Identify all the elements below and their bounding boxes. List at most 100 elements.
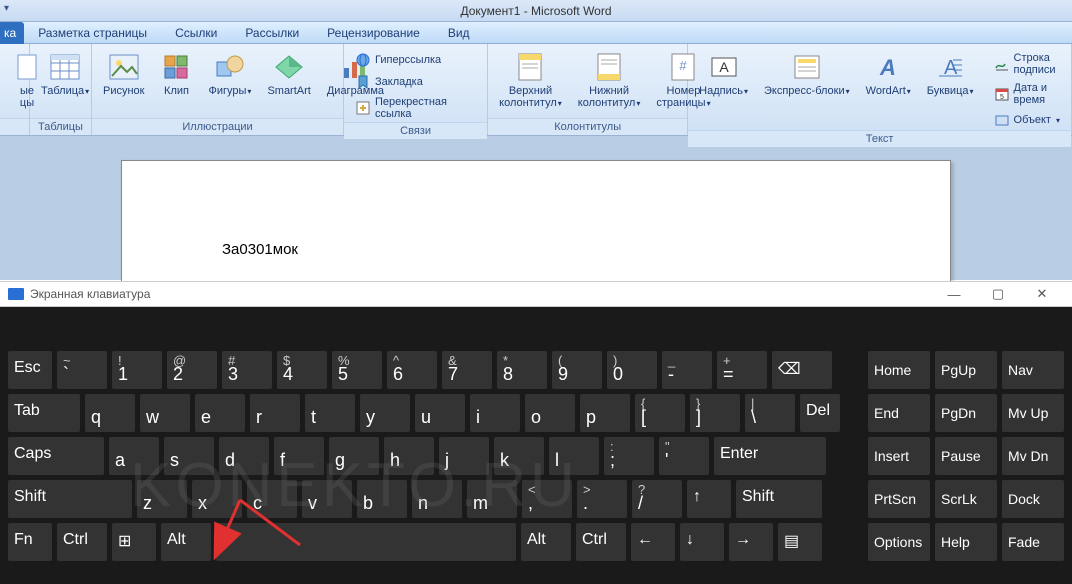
key-][interactable]: }] xyxy=(690,394,740,432)
shapes-button[interactable]: Фигуры▾ xyxy=(204,48,257,101)
key-b[interactable]: b xyxy=(357,480,407,518)
tab-page-layout[interactable]: Разметка страницы xyxy=(24,22,161,44)
key-9[interactable]: (9 xyxy=(552,351,602,389)
key-j[interactable]: j xyxy=(439,437,489,475)
navkey-fade[interactable]: Fade xyxy=(1002,523,1064,561)
key-Del[interactable]: Del xyxy=(800,394,840,432)
key-3[interactable]: #3 xyxy=(222,351,272,389)
date-time-button[interactable]: 5Дата и время xyxy=(989,80,1065,108)
tab-view[interactable]: Вид xyxy=(434,22,484,44)
key-u[interactable]: u xyxy=(415,394,465,432)
navkey-pause[interactable]: Pause xyxy=(935,437,997,475)
key-l[interactable]: l xyxy=(549,437,599,475)
key-⊞[interactable]: ⊞ xyxy=(112,523,156,561)
key-Tab[interactable]: Tab xyxy=(8,394,80,432)
key-Ctrl[interactable]: Ctrl xyxy=(576,523,626,561)
tab-review[interactable]: Рецензирование xyxy=(313,22,434,44)
key-o[interactable]: o xyxy=(525,394,575,432)
key-4[interactable]: $4 xyxy=(277,351,327,389)
minimize-button[interactable]: — xyxy=(932,281,976,307)
express-blocks-button[interactable]: Экспресс-блоки▾ xyxy=(759,48,855,101)
key-,[interactable]: <, xyxy=(522,480,572,518)
key-[[interactable]: {[ xyxy=(635,394,685,432)
key-Esc[interactable]: Esc xyxy=(8,351,52,389)
key-=[interactable]: += xyxy=(717,351,767,389)
key-x[interactable]: x xyxy=(192,480,242,518)
key-↓[interactable]: ↓ xyxy=(680,523,724,561)
key-space[interactable] xyxy=(216,523,516,561)
key-/[interactable]: ?/ xyxy=(632,480,682,518)
key-r[interactable]: r xyxy=(250,394,300,432)
object-button[interactable]: Объект▾ xyxy=(989,110,1065,130)
key-f[interactable]: f xyxy=(274,437,324,475)
tab-mailings[interactable]: Рассылки xyxy=(231,22,313,44)
crossref-button[interactable]: Перекрестная ссылка xyxy=(350,94,481,122)
key-↑[interactable]: ↑ xyxy=(687,480,731,518)
key-6[interactable]: ^6 xyxy=(387,351,437,389)
key-n[interactable]: n xyxy=(412,480,462,518)
key-p[interactable]: p xyxy=(580,394,630,432)
navkey-scrlk[interactable]: ScrLk xyxy=(935,480,997,518)
key-i[interactable]: i xyxy=(470,394,520,432)
key-s[interactable]: s xyxy=(164,437,214,475)
key-.[interactable]: >. xyxy=(577,480,627,518)
key-Alt[interactable]: Alt xyxy=(521,523,571,561)
key-d[interactable]: d xyxy=(219,437,269,475)
key-v[interactable]: v xyxy=(302,480,352,518)
navkey-pgdn[interactable]: PgDn xyxy=(935,394,997,432)
navkey-prtscn[interactable]: PrtScn xyxy=(868,480,930,518)
header-button[interactable]: Верхний колонтитул▾ xyxy=(494,48,567,113)
navkey-end[interactable]: End xyxy=(868,394,930,432)
navkey-home[interactable]: Home xyxy=(868,351,930,389)
hyperlink-button[interactable]: Гиперссылка xyxy=(350,50,481,70)
textbox-button[interactable]: AНадпись▾ xyxy=(694,48,753,101)
qat-dropdown-icon[interactable]: ▾ xyxy=(4,3,9,14)
clip-button[interactable]: Клип xyxy=(156,48,198,100)
key-g[interactable]: g xyxy=(329,437,379,475)
key-Enter[interactable]: Enter xyxy=(714,437,826,475)
navkey-pgup[interactable]: PgUp xyxy=(935,351,997,389)
key-Shift[interactable]: Shift xyxy=(736,480,822,518)
key-w[interactable]: w xyxy=(140,394,190,432)
navkey-insert[interactable]: Insert xyxy=(868,437,930,475)
key-`[interactable]: ~` xyxy=(57,351,107,389)
dropcap-button[interactable]: AБуквица▾ xyxy=(922,48,979,101)
signature-line-button[interactable]: Строка подписи xyxy=(989,50,1065,78)
key-Alt[interactable]: Alt xyxy=(161,523,211,561)
key-Shift[interactable]: Shift xyxy=(8,480,132,518)
key-Fn[interactable]: Fn xyxy=(8,523,52,561)
maximize-button[interactable]: ▢ xyxy=(976,281,1020,307)
navkey-help[interactable]: Help xyxy=(935,523,997,561)
key-q[interactable]: q xyxy=(85,394,135,432)
tab-references[interactable]: Ссылки xyxy=(161,22,231,44)
key-\[interactable]: |\ xyxy=(745,394,795,432)
navkey-mv up[interactable]: Mv Up xyxy=(1002,394,1064,432)
smartart-button[interactable]: SmartArt xyxy=(262,48,315,100)
key-→[interactable]: → xyxy=(729,523,773,561)
table-button[interactable]: Таблица▾ xyxy=(36,48,94,101)
key-z[interactable]: z xyxy=(137,480,187,518)
navkey-nav[interactable]: Nav xyxy=(1002,351,1064,389)
key-Ctrl[interactable]: Ctrl xyxy=(57,523,107,561)
key-0[interactable]: )0 xyxy=(607,351,657,389)
key--[interactable]: _- xyxy=(662,351,712,389)
key-e[interactable]: e xyxy=(195,394,245,432)
navkey-options[interactable]: Options xyxy=(868,523,930,561)
close-button[interactable]: ✕ xyxy=(1020,281,1064,307)
key-;[interactable]: :; xyxy=(604,437,654,475)
bookmark-button[interactable]: Закладка xyxy=(350,72,481,92)
osk-title-bar[interactable]: Экранная клавиатура — ▢ ✕ xyxy=(0,281,1072,307)
wordart-button[interactable]: AWordArt▾ xyxy=(861,48,916,101)
key-8[interactable]: *8 xyxy=(497,351,547,389)
key-⌫[interactable]: ⌫ xyxy=(772,351,832,389)
key-y[interactable]: y xyxy=(360,394,410,432)
key-a[interactable]: a xyxy=(109,437,159,475)
key-k[interactable]: k xyxy=(494,437,544,475)
navkey-mv dn[interactable]: Mv Dn xyxy=(1002,437,1064,475)
key-h[interactable]: h xyxy=(384,437,434,475)
navkey-dock[interactable]: Dock xyxy=(1002,480,1064,518)
key-5[interactable]: %5 xyxy=(332,351,382,389)
tab-insert-cut[interactable]: ка xyxy=(0,22,24,44)
key-2[interactable]: @2 xyxy=(167,351,217,389)
key-7[interactable]: &7 xyxy=(442,351,492,389)
